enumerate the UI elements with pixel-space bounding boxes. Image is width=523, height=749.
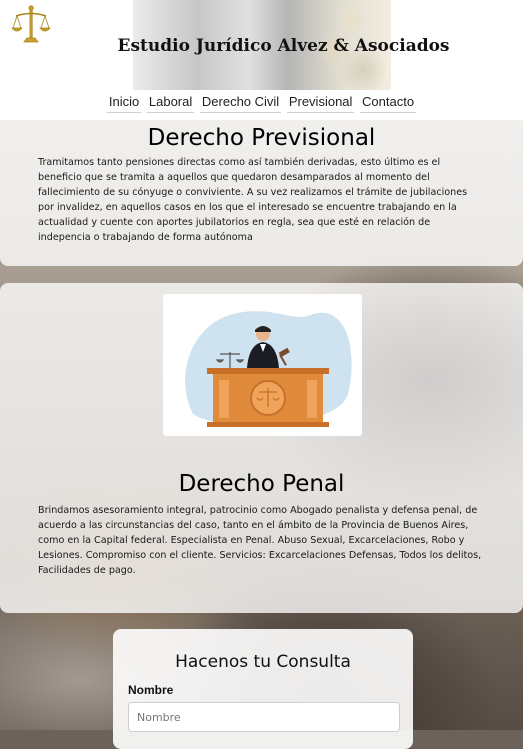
nav-item-laboral[interactable]: Laboral — [146, 94, 195, 113]
nav-item-previsional[interactable]: Previsional — [286, 94, 355, 113]
contact-form: Hacenos tu Consulta Nombre — [113, 629, 413, 749]
judge-illustration — [163, 294, 362, 436]
nav-item-contacto[interactable]: Contacto — [360, 94, 417, 113]
section-text: Brindamos asesoramiento integral, patroc… — [38, 505, 482, 576]
site-header: Estudio Jurídico Alvez & Asociados Inici… — [0, 0, 523, 120]
name-label: Nombre — [128, 683, 174, 697]
site-title: Estudio Jurídico Alvez & Asociados — [117, 36, 450, 56]
judge-at-bench-illustration — [185, 311, 352, 427]
name-input[interactable] — [128, 702, 400, 732]
section-text: Tramitamos tanto pensiones directas como… — [38, 157, 468, 243]
nav-item-inicio[interactable]: Inicio — [106, 94, 142, 113]
nav-item-derecho-civil[interactable]: Derecho Civil — [199, 94, 282, 113]
section-derecho-penal: Derecho Penal Brindamos asesoramiento in… — [0, 283, 523, 613]
section-title: Derecho Penal — [178, 471, 345, 497]
main-nav: Inicio Laboral Derecho Civil Previsional… — [0, 94, 523, 113]
section-derecho-previsional: Derecho Previsional Tramitamos tanto pen… — [0, 108, 523, 266]
section-title: Derecho Previsional — [147, 125, 376, 151]
form-title: Hacenos tu Consulta — [175, 652, 351, 672]
